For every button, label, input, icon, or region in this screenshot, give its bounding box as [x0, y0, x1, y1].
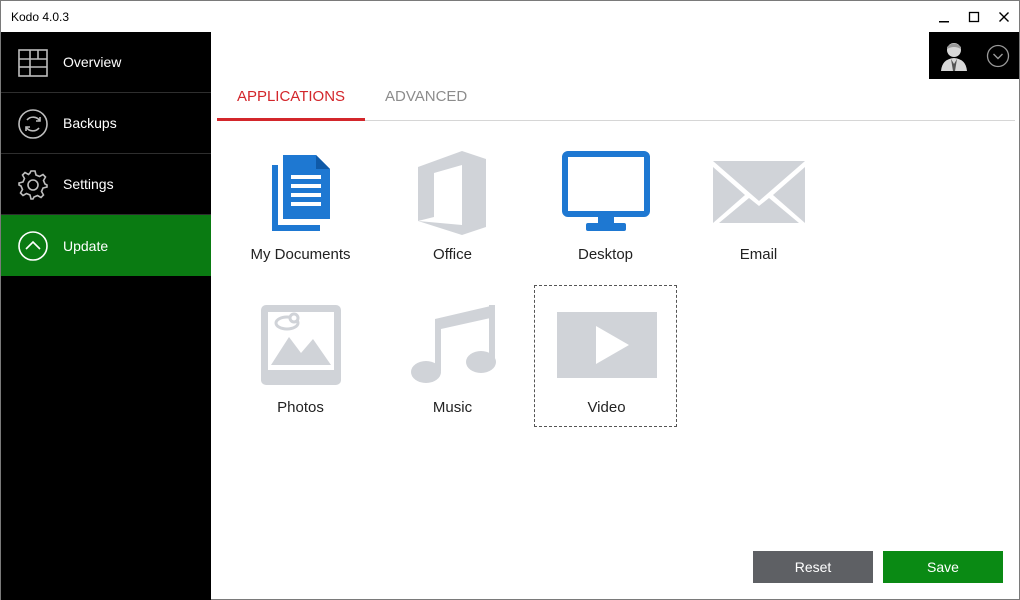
- tab-advanced[interactable]: ADVANCED: [385, 81, 485, 121]
- app-tile-my-documents[interactable]: My Documents: [229, 131, 372, 273]
- minimize-button[interactable]: [929, 1, 959, 32]
- app-tile-photos[interactable]: Photos: [229, 285, 372, 427]
- desktop-icon: [561, 151, 650, 231]
- reset-button[interactable]: Reset: [753, 551, 873, 583]
- settings-icon: [18, 170, 48, 200]
- maximize-icon: [968, 11, 980, 22]
- update-icon: [18, 231, 48, 261]
- app-label: Desktop: [577, 246, 634, 263]
- backups-icon: [18, 109, 48, 139]
- app-label: Photos: [277, 399, 324, 416]
- overview-icon: [18, 49, 48, 77]
- sidebar-item-update[interactable]: Update: [1, 215, 211, 276]
- documents-icon: [271, 155, 330, 231]
- video-icon: [556, 312, 657, 378]
- sidebar: Overview Backups Settings Update: [1, 32, 211, 600]
- office-icon: [417, 151, 486, 235]
- email-icon: [712, 161, 805, 223]
- sidebar-item-settings[interactable]: Settings: [1, 154, 211, 215]
- sidebar-item-label: Settings: [63, 176, 114, 192]
- photos-icon: [260, 305, 341, 385]
- app-tile-email[interactable]: Email: [687, 131, 830, 273]
- sidebar-item-label: Update: [63, 237, 109, 254]
- app-window: Kodo 4.0.3 Overview Backups Settings Upd…: [0, 0, 1020, 600]
- sidebar-item-backups[interactable]: Backups: [1, 93, 211, 154]
- app-tile-desktop[interactable]: Desktop: [534, 131, 677, 273]
- tab-bar: APPLICATIONS ADVANCED: [217, 81, 1015, 121]
- app-label: Music: [432, 399, 473, 416]
- app-label: Video: [587, 399, 626, 416]
- app-label: Office: [433, 246, 472, 263]
- sidebar-item-overview[interactable]: Overview: [1, 32, 211, 93]
- app-label: My Documents: [250, 246, 351, 263]
- music-icon: [410, 305, 496, 383]
- minimize-icon: [939, 20, 949, 22]
- close-icon: [999, 11, 1009, 22]
- save-button[interactable]: Save: [883, 551, 1003, 583]
- user-avatar-icon: [941, 43, 967, 71]
- tab-applications[interactable]: APPLICATIONS: [217, 81, 365, 121]
- app-label: Email: [739, 246, 778, 263]
- close-button[interactable]: [989, 1, 1019, 32]
- app-tile-video[interactable]: Video: [534, 285, 677, 427]
- maximize-button[interactable]: [959, 1, 989, 32]
- sidebar-item-label: Overview: [63, 54, 122, 70]
- window-title: Kodo 4.0.3: [11, 10, 70, 24]
- user-menu[interactable]: [929, 32, 1019, 79]
- title-bar: Kodo 4.0.3: [1, 1, 1019, 32]
- chevron-down-icon[interactable]: [986, 44, 1010, 68]
- app-tile-office[interactable]: Office: [381, 131, 524, 273]
- sidebar-item-label: Backups: [63, 115, 117, 131]
- app-tile-music[interactable]: Music: [381, 285, 524, 427]
